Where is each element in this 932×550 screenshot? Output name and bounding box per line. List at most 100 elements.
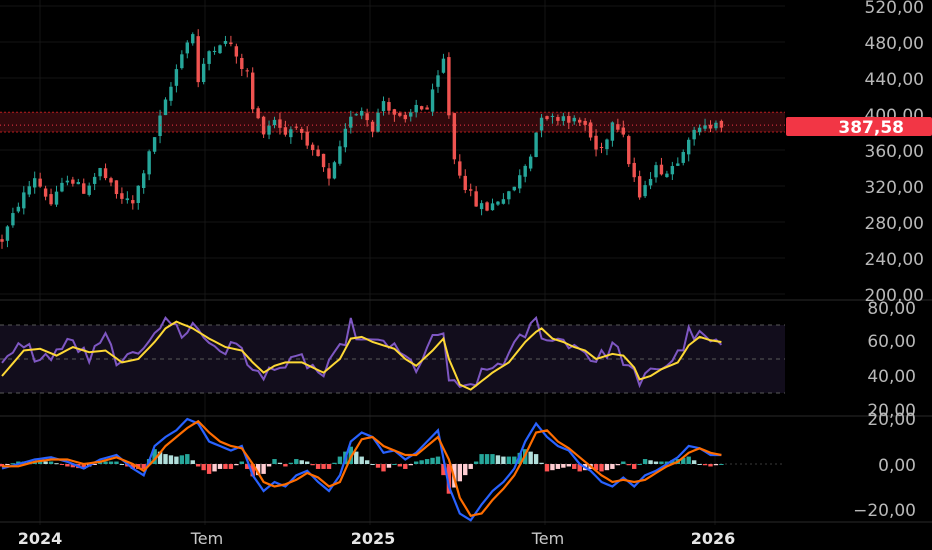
macd-histogram-bar	[190, 460, 195, 464]
price-tick: 440,00	[865, 70, 924, 90]
candle-body	[539, 117, 544, 131]
macd-axis[interactable]: 20,00 0,00 −20,00	[853, 410, 916, 521]
grid	[0, 0, 785, 525]
macd-histogram-bar	[261, 464, 266, 474]
macd-histogram-bar	[212, 464, 217, 472]
candle-body	[452, 113, 457, 160]
current-price-badge[interactable]: 387,58	[786, 117, 932, 138]
macd-histogram-bar	[54, 463, 59, 465]
candle-body	[447, 57, 451, 116]
candle-body	[33, 178, 37, 188]
candle-body	[131, 200, 135, 204]
macd-histogram-bar	[599, 464, 604, 472]
macd-histogram-bar	[299, 460, 304, 464]
macd-histogram-bar	[637, 464, 642, 465]
price-pane[interactable]	[0, 29, 785, 249]
candle-body	[327, 168, 331, 179]
candle-body	[16, 206, 21, 212]
price-tick: 280,00	[865, 214, 924, 234]
time-axis[interactable]: 2024 Tem 2025 Tem 2026	[18, 529, 736, 548]
candle-body	[572, 117, 576, 122]
macd-histogram-bar	[375, 464, 381, 468]
candle-body	[659, 164, 664, 175]
price-tick: 520,00	[865, 0, 924, 18]
candle-body	[545, 116, 549, 120]
macd-histogram-bar	[719, 464, 724, 465]
candle-body	[212, 50, 217, 53]
candle-body	[71, 179, 75, 184]
candle-body	[485, 202, 489, 211]
rsi-tick: 60,00	[867, 332, 916, 352]
macd-histogram-bar	[572, 464, 577, 469]
candle-body	[316, 149, 320, 157]
macd-histogram-bar	[408, 464, 413, 466]
candle-body	[196, 36, 200, 83]
macd-histogram-bar	[615, 464, 621, 466]
macd-histogram-bar	[702, 464, 708, 466]
macd-histogram-bar	[419, 460, 424, 464]
candle-body	[463, 175, 467, 191]
macd-pane[interactable]	[0, 417, 785, 522]
macd-histogram-bar	[359, 456, 364, 464]
candle-body	[38, 178, 42, 187]
rsi-pane[interactable]	[0, 315, 785, 394]
macd-histogram-bar	[501, 456, 506, 464]
candle-body	[714, 122, 718, 129]
candle-body	[469, 189, 473, 191]
rsi-tick: 40,00	[867, 367, 916, 387]
macd-histogram-bar	[65, 464, 70, 467]
time-label-2024: 2024	[18, 529, 63, 548]
candle-body	[479, 203, 484, 210]
candle-body	[550, 115, 555, 117]
candle-body	[294, 126, 298, 128]
macd-histogram-bar	[544, 464, 550, 472]
price-axis[interactable]: 520,00 480,00 440,00 400,00 360,00 320,0…	[865, 0, 924, 306]
candle-body	[338, 146, 342, 164]
macd-histogram-bar	[206, 464, 212, 474]
macd-histogram-bar	[163, 454, 168, 464]
candle-body	[27, 186, 31, 195]
macd-histogram-bar	[414, 461, 419, 464]
candle-body	[152, 137, 157, 152]
candle-body	[376, 112, 380, 132]
macd-histogram-bar	[119, 464, 125, 465]
macd-histogram-bar	[174, 456, 179, 464]
macd-histogram-bar	[691, 460, 697, 464]
candle-body	[120, 193, 124, 199]
macd-histogram-bar	[114, 461, 119, 464]
macd-histogram-bar	[708, 464, 713, 467]
candle-body	[147, 151, 151, 175]
candle-body	[332, 162, 337, 179]
candle-body	[349, 116, 353, 128]
candle-body	[207, 51, 211, 64]
rsi-axis[interactable]: 80,00 60,00 40,00 20,00	[867, 299, 916, 421]
candle-body	[670, 166, 675, 175]
candle-body	[289, 129, 293, 138]
macd-histogram-bar	[48, 461, 54, 464]
candle-body	[637, 176, 642, 198]
macd-histogram-bar	[561, 464, 566, 468]
candle-body	[387, 102, 391, 111]
trading-chart[interactable]: 520,00 480,00 440,00 400,00 360,00 320,0…	[0, 0, 932, 550]
macd-histogram-bar	[550, 464, 555, 471]
candle-body	[174, 69, 179, 86]
candle-body	[370, 121, 375, 132]
price-tick: 360,00	[865, 142, 924, 162]
macd-histogram-bar	[626, 464, 631, 466]
candle-body	[65, 180, 70, 183]
candle-body	[158, 115, 162, 137]
macd-tick: 0,00	[878, 456, 916, 476]
candle-body	[278, 119, 282, 128]
candle-body	[76, 182, 80, 185]
candle-body	[676, 163, 680, 166]
candle-body	[365, 113, 369, 121]
candle-body	[687, 139, 691, 155]
candle-body	[223, 41, 228, 44]
candle-body	[621, 127, 625, 135]
macd-histogram-bar	[381, 464, 386, 472]
candle-body	[556, 117, 560, 121]
candle-body	[567, 116, 571, 123]
candle-body	[229, 42, 233, 45]
candle-body	[142, 173, 146, 188]
price-tick: 480,00	[865, 34, 924, 54]
